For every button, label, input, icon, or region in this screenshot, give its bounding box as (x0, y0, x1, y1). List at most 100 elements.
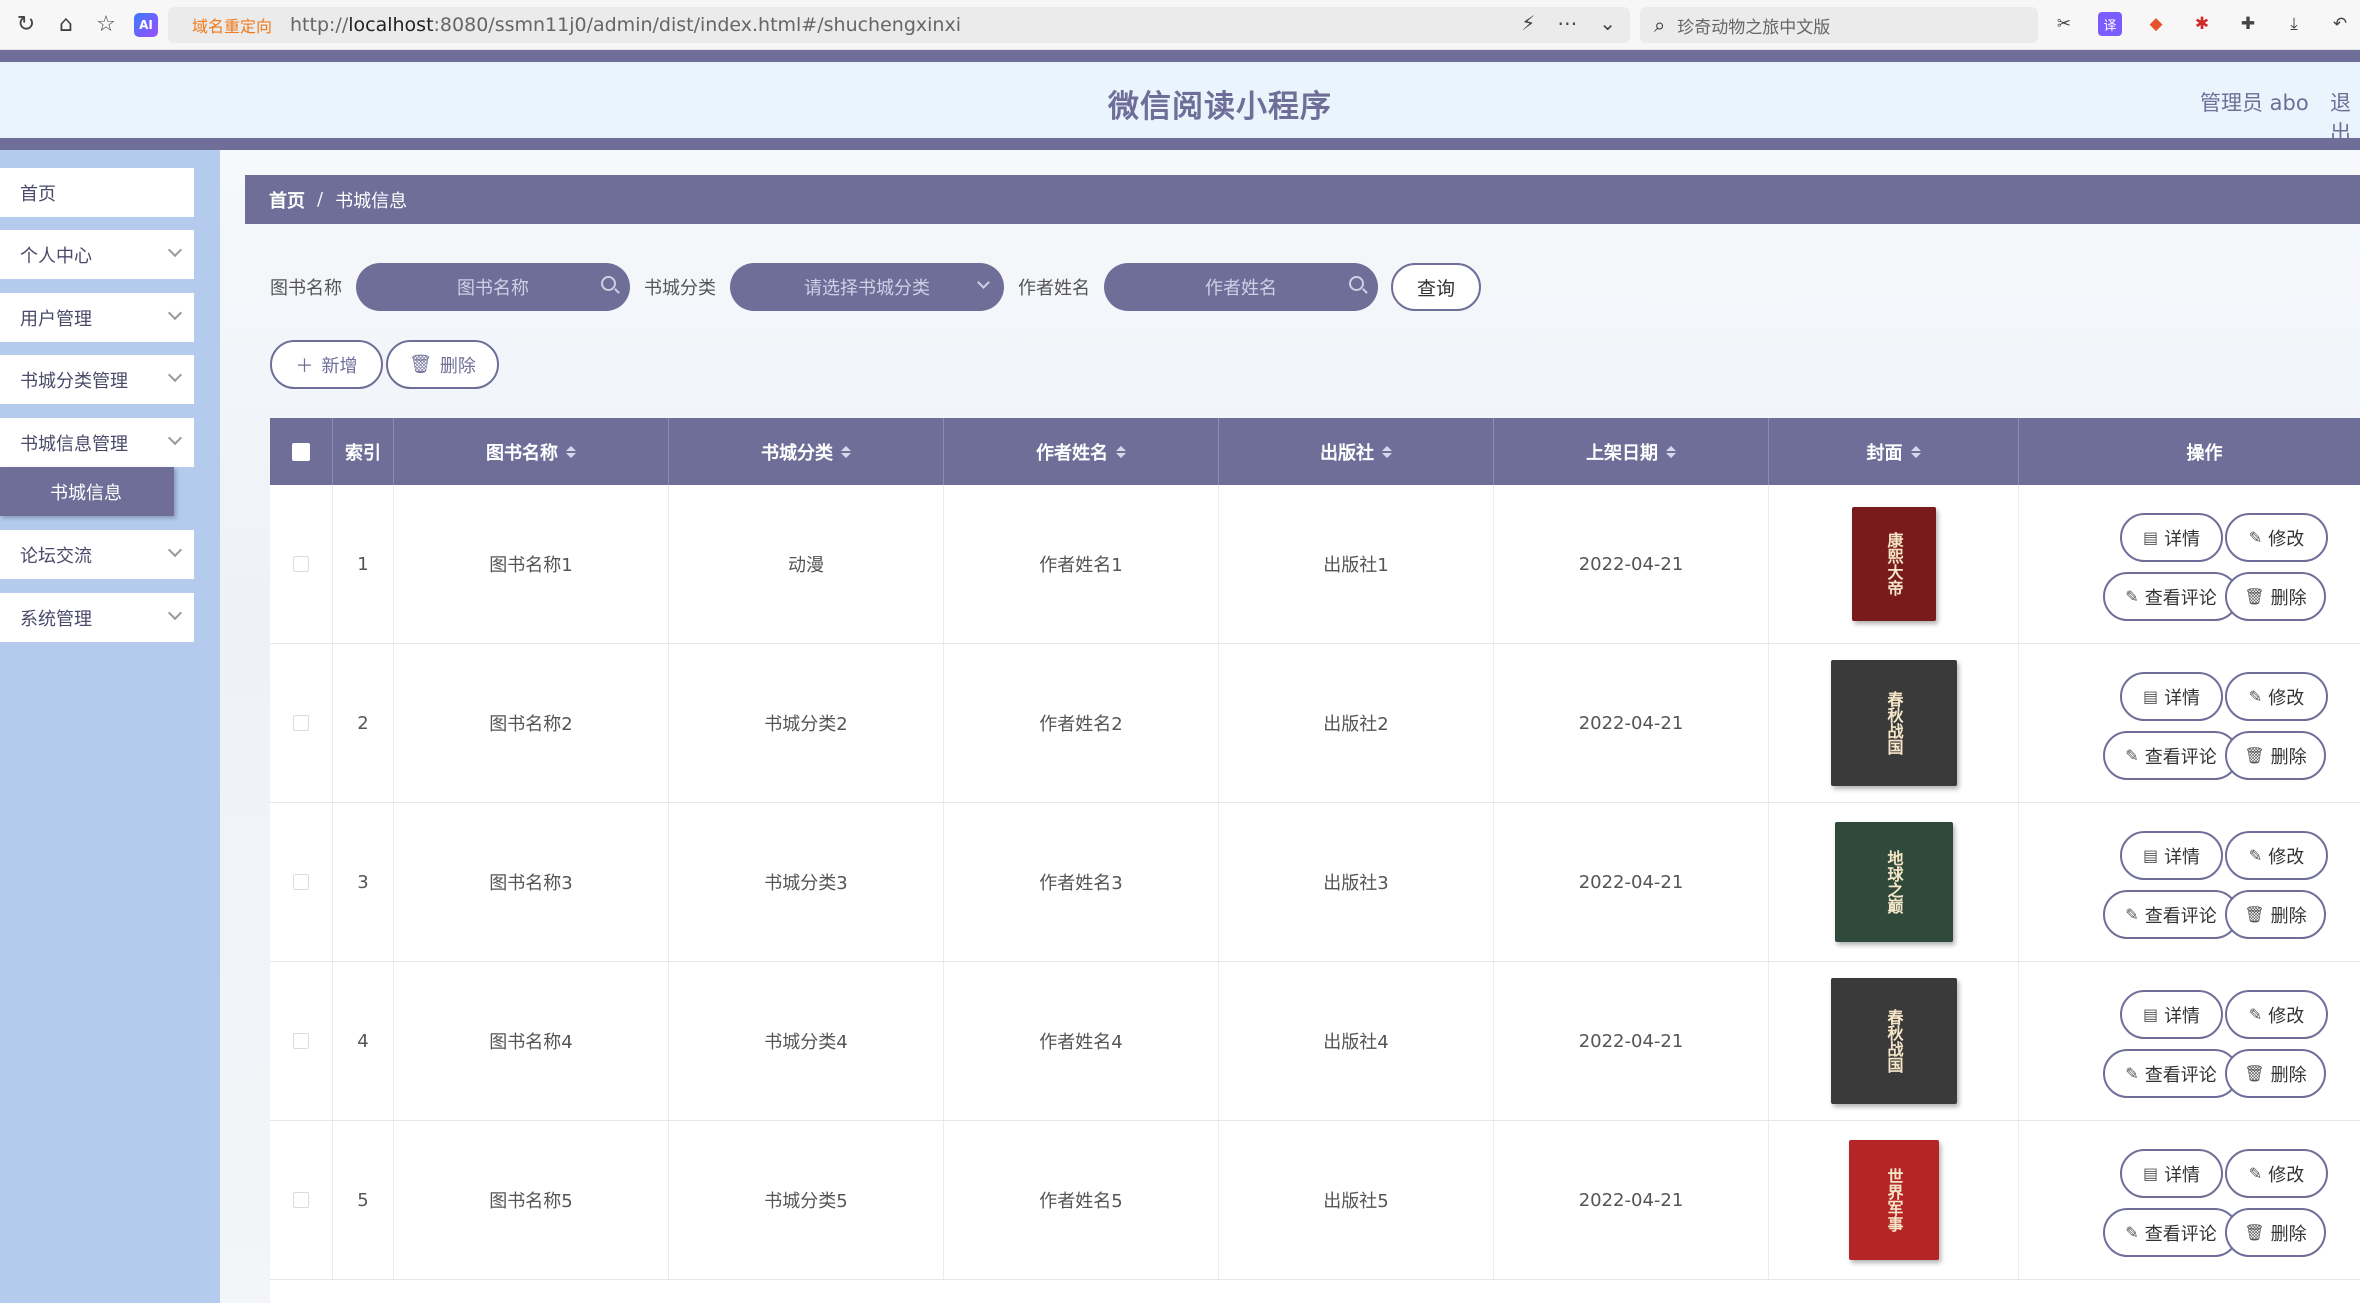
book-name-cell: 图书名称5 (394, 1121, 669, 1279)
delete-button[interactable]: 🗑 删除 (2225, 1049, 2326, 1098)
delete-button[interactable]: 🗑 删除 (2225, 572, 2326, 621)
admin-label: 管理员 abo (2200, 91, 2309, 115)
author-cell-text: 作者姓名5 (1039, 1191, 1123, 1212)
pencil-icon: ✎ (2248, 687, 2263, 706)
header-cover[interactable]: 封面 (1769, 418, 2019, 485)
header-book-name[interactable]: 图书名称 (394, 418, 669, 485)
header-author[interactable]: 作者姓名 (944, 418, 1219, 485)
chevron-down-icon (167, 242, 183, 258)
index-cell-text: 5 (357, 1189, 369, 1211)
date-cell: 2022-04-21 (1494, 1121, 1769, 1279)
batch-delete-label: 删除 (439, 355, 476, 377)
edit-button[interactable]: ✎ 修改 (2225, 672, 2328, 721)
chevron-down-icon[interactable]: ⌄ (1599, 11, 1616, 35)
add-button[interactable]: ＋ 新增 (270, 340, 383, 389)
breadcrumb-separator: / (317, 189, 324, 210)
reload-icon[interactable]: ↻ (12, 11, 40, 39)
publisher-cell-text: 出版社1 (1323, 555, 1389, 576)
puzzle-icon[interactable]: ✚ (2236, 12, 2260, 36)
row-checkbox[interactable] (293, 1192, 309, 1208)
view-comments-button-label: 查看评论 (2144, 1064, 2217, 1086)
header-publisher[interactable]: 出版社 (1219, 418, 1494, 485)
breadcrumb-home[interactable]: 首页 (269, 187, 305, 213)
book-name-input[interactable]: 图书名称 (356, 263, 630, 311)
edit-button-label: 修改 (2268, 846, 2305, 868)
bookmark-star-icon[interactable]: ☆ (92, 11, 120, 39)
detail-button[interactable]: ▤ 详情 (2120, 1149, 2223, 1198)
detail-button[interactable]: ▤ 详情 (2120, 831, 2223, 880)
sidebar-item-home[interactable]: 首页 (0, 168, 194, 217)
actions-cell: ▤ 详情 ✎ 修改 ✎ 查看评论 🗑 删除 (2019, 644, 2360, 802)
download-icon[interactable]: ⤓ (2282, 12, 2306, 36)
batch-delete-button[interactable]: 🗑 删除 (386, 340, 499, 389)
address-bar[interactable]: 域名重定向 http://localhost:8080/ssmn11j0/adm… (168, 7, 1630, 43)
view-comments-button[interactable]: ✎ 查看评论 (2103, 890, 2239, 939)
sidebar-item-forum[interactable]: 论坛交流 (0, 530, 194, 579)
translate-icon[interactable]: 译 (2098, 12, 2122, 36)
row-select-cell (270, 962, 333, 1120)
chevron-down-icon (167, 542, 183, 558)
sidebar-subitem-book-info[interactable]: 书城信息 (0, 467, 174, 516)
publisher-cell: 出版社4 (1219, 962, 1494, 1120)
sidebar-item-label: 书城信息管理 (20, 433, 128, 455)
sidebar-item-system-management[interactable]: 系统管理 (0, 593, 194, 642)
view-comments-button-label: 查看评论 (2144, 587, 2217, 609)
book-cover-image: 地球之巅 (1834, 822, 1953, 942)
edit-button-label: 修改 (2268, 528, 2305, 550)
search-author-group: 作者姓名 作者姓名 (1018, 263, 1378, 311)
edit-button[interactable]: ✎ 修改 (2225, 990, 2328, 1039)
index-cell-text: 3 (357, 871, 369, 893)
detail-button[interactable]: ▤ 详情 (2120, 672, 2223, 721)
query-button[interactable]: 查询 (1391, 263, 1481, 311)
sort-icon (1910, 445, 1921, 458)
trash-icon: 🗑 (2244, 746, 2265, 765)
sidebar-item-category-management[interactable]: 书城分类管理 (0, 355, 194, 404)
view-comments-button[interactable]: ✎ 查看评论 (2103, 1208, 2239, 1257)
cover-cell: 世界军事 (1769, 1121, 2019, 1279)
scissors-icon[interactable]: ✂ (2052, 12, 2076, 36)
header-category[interactable]: 书城分类 (669, 418, 944, 485)
extension-icon[interactable]: ✱ (2190, 12, 2214, 36)
index-cell: 4 (333, 962, 394, 1120)
detail-button[interactable]: ▤ 详情 (2120, 990, 2223, 1039)
edit-button[interactable]: ✎ 修改 (2225, 513, 2328, 562)
search-icon (1349, 276, 1364, 291)
view-comments-button[interactable]: ✎ 查看评论 (2103, 572, 2239, 621)
sidebar-item-user-management[interactable]: 用户管理 (0, 293, 194, 342)
delete-button-label: 删除 (2270, 1064, 2307, 1086)
sidebar-item-personal-center[interactable]: 个人中心 (0, 230, 194, 279)
header-date[interactable]: 上架日期 (1494, 418, 1769, 485)
edit-button[interactable]: ✎ 修改 (2225, 831, 2328, 880)
add-button-label: 新增 (321, 355, 358, 377)
row-checkbox[interactable] (293, 715, 309, 731)
browser-search-box[interactable]: ⌕ 珍奇动物之旅中文版 (1640, 7, 2038, 43)
document-icon: ▤ (2142, 1164, 2159, 1183)
delete-button[interactable]: 🗑 删除 (2225, 1208, 2326, 1257)
author-label: 作者姓名 (1018, 278, 1090, 299)
detail-button[interactable]: ▤ 详情 (2120, 513, 2223, 562)
game-extension-icon[interactable]: ◆ (2144, 12, 2168, 36)
plus-icon: ＋ (295, 355, 314, 377)
author-cell-text: 作者姓名2 (1039, 714, 1123, 735)
lightning-icon[interactable]: ⚡ (1521, 11, 1535, 35)
date-cell-text: 2022-04-21 (1578, 1189, 1684, 1211)
home-icon[interactable]: ⌂ (52, 11, 80, 39)
ai-assistant-icon[interactable]: AI (134, 12, 158, 37)
row-checkbox[interactable] (293, 556, 309, 572)
category-select[interactable]: 请选择书城分类 (730, 263, 1004, 311)
edit-button[interactable]: ✎ 修改 (2225, 1149, 2328, 1198)
delete-button[interactable]: 🗑 删除 (2225, 890, 2326, 939)
select-all-checkbox[interactable] (292, 442, 310, 461)
sidebar-item-book-info-management[interactable]: 书城信息管理 (0, 418, 194, 467)
view-comments-button[interactable]: ✎ 查看评论 (2103, 731, 2239, 780)
undo-icon[interactable]: ↶ (2328, 12, 2352, 36)
delete-button[interactable]: 🗑 删除 (2225, 731, 2326, 780)
row-checkbox[interactable] (293, 874, 309, 890)
more-icon[interactable]: ⋯ (1557, 11, 1577, 35)
search-icon: ⌕ (1654, 13, 1666, 37)
row-checkbox[interactable] (293, 1033, 309, 1049)
author-input[interactable]: 作者姓名 (1104, 263, 1378, 311)
book-cover-title: 世界军事 (1884, 1168, 1904, 1232)
date-cell: 2022-04-21 (1494, 485, 1769, 643)
view-comments-button[interactable]: ✎ 查看评论 (2103, 1049, 2239, 1098)
